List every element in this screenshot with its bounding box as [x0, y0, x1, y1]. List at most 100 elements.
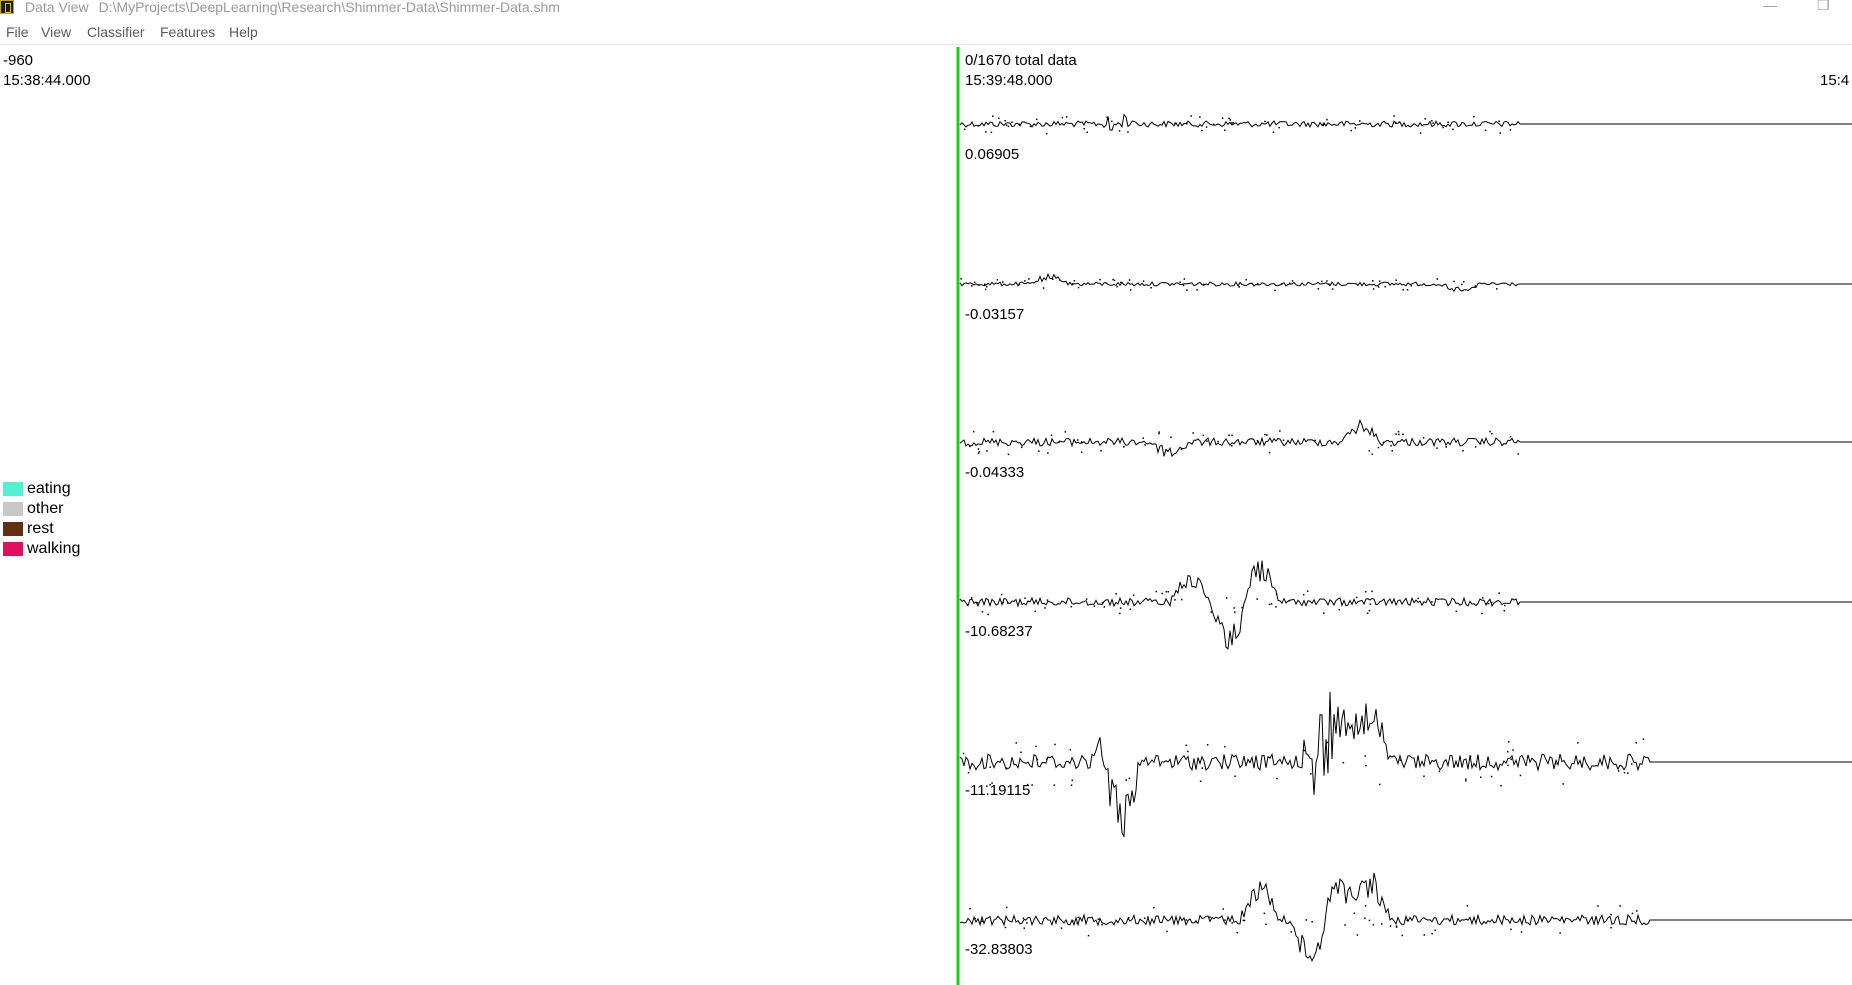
channel-1-value: 0.06905	[965, 146, 1020, 163]
signal-dot	[1186, 123, 1188, 125]
signal-dot	[981, 611, 984, 613]
signal-dot	[1234, 611, 1236, 613]
signal-dot	[1442, 126, 1444, 129]
signal-dot	[977, 448, 980, 450]
signal-dot	[1445, 446, 1447, 448]
signal-dot	[1276, 777, 1278, 780]
signal-dot	[1203, 283, 1205, 286]
signal-dot	[1229, 119, 1232, 121]
signal-dot	[1044, 607, 1046, 609]
signal-dot	[1432, 122, 1434, 124]
signal-dot	[1305, 919, 1308, 921]
signal-dot	[1029, 125, 1032, 128]
signal-dot	[964, 128, 966, 131]
signal-dot	[1379, 783, 1381, 786]
signal-dot	[1504, 604, 1506, 607]
signal-dot	[967, 772, 970, 774]
signal-dot	[985, 131, 987, 133]
signal-dot	[1419, 132, 1422, 134]
signal-dot	[1236, 931, 1238, 934]
signal-dot	[992, 115, 994, 117]
signal-dot	[1364, 755, 1366, 757]
signal-dot	[1431, 601, 1433, 603]
signal-dot	[1077, 286, 1080, 289]
signal-trace-6	[959, 872, 1852, 962]
signal-dot	[1482, 597, 1484, 599]
signal-dot	[1424, 118, 1426, 120]
signal-dot	[1238, 286, 1240, 288]
signal-dot	[1256, 598, 1258, 600]
signal-dot	[1097, 918, 1100, 920]
signal-dot	[1310, 773, 1312, 775]
signal-dot	[1006, 906, 1008, 909]
signal-dot	[1395, 121, 1397, 124]
signal-dot	[1195, 921, 1197, 923]
signal-dot	[1436, 278, 1438, 280]
signal-dot	[1115, 593, 1117, 595]
signal-dot	[1490, 775, 1493, 778]
signal-dot	[1390, 444, 1392, 447]
signal-dot	[1279, 430, 1281, 432]
signal-dot	[1465, 778, 1467, 780]
signal-dot	[1377, 446, 1380, 449]
signal-dot	[1510, 928, 1512, 931]
signal-dot	[1028, 278, 1030, 280]
signal-dot	[1077, 439, 1079, 441]
signal-dot	[977, 125, 980, 127]
signal-dot	[1077, 916, 1079, 919]
signal-dot	[1519, 774, 1522, 777]
signal-dot	[1142, 437, 1144, 439]
signal-dot	[1326, 280, 1328, 282]
signal-dot	[1147, 916, 1149, 918]
signal-dot	[1002, 601, 1005, 604]
signal-dot	[1083, 128, 1085, 130]
signal-dot	[1423, 934, 1425, 936]
signal-dot	[1485, 603, 1488, 605]
signal-dot	[1061, 116, 1064, 119]
signal-dot	[1142, 280, 1145, 282]
signal-dot	[1401, 934, 1403, 937]
signal-dot	[1272, 131, 1275, 133]
signal-dot	[1129, 608, 1132, 610]
signal-dot	[1431, 932, 1433, 935]
signal-dot	[1129, 289, 1132, 291]
signal-dot	[1434, 929, 1436, 932]
signal-dot	[1423, 775, 1425, 777]
signal-dot	[1192, 432, 1194, 434]
signal-dot	[1183, 278, 1186, 280]
signal-dot	[1036, 118, 1038, 121]
signal-dot	[1490, 601, 1493, 604]
signal-dot	[1123, 446, 1125, 448]
signal-dot	[1046, 599, 1049, 601]
signal-dot	[1314, 439, 1316, 442]
signal-dot	[1384, 285, 1386, 288]
signal-dot	[1187, 750, 1189, 753]
signal-dot	[1093, 605, 1096, 607]
signal-dot	[1036, 758, 1039, 761]
signal-dot	[1053, 784, 1056, 786]
signal-plot[interactable]	[0, 0, 1852, 985]
signal-dot	[1099, 278, 1101, 281]
signal-dot	[1070, 784, 1073, 786]
signal-dot	[1364, 905, 1367, 907]
signal-dot	[1306, 590, 1309, 592]
signal-dot	[1018, 283, 1021, 286]
signal-dot	[1205, 126, 1208, 128]
signal-dot	[1199, 780, 1202, 782]
signal-dot	[1431, 120, 1433, 122]
signal-dot	[1206, 744, 1209, 746]
signal-dot	[1231, 922, 1233, 924]
signal-dot	[1119, 607, 1122, 609]
signal-dot	[1020, 751, 1022, 753]
signal-dot	[1393, 115, 1395, 117]
signal-dot	[1266, 434, 1268, 436]
signal-dot	[984, 288, 987, 291]
signal-dot	[1021, 446, 1023, 449]
signal-dot	[1256, 439, 1259, 442]
signal-dot	[1064, 431, 1067, 433]
signal-dot	[1417, 597, 1419, 600]
signal-dot	[971, 285, 973, 287]
signal-dot	[1520, 931, 1523, 933]
signal-dot	[1554, 763, 1557, 765]
signal-dot	[1275, 606, 1277, 608]
